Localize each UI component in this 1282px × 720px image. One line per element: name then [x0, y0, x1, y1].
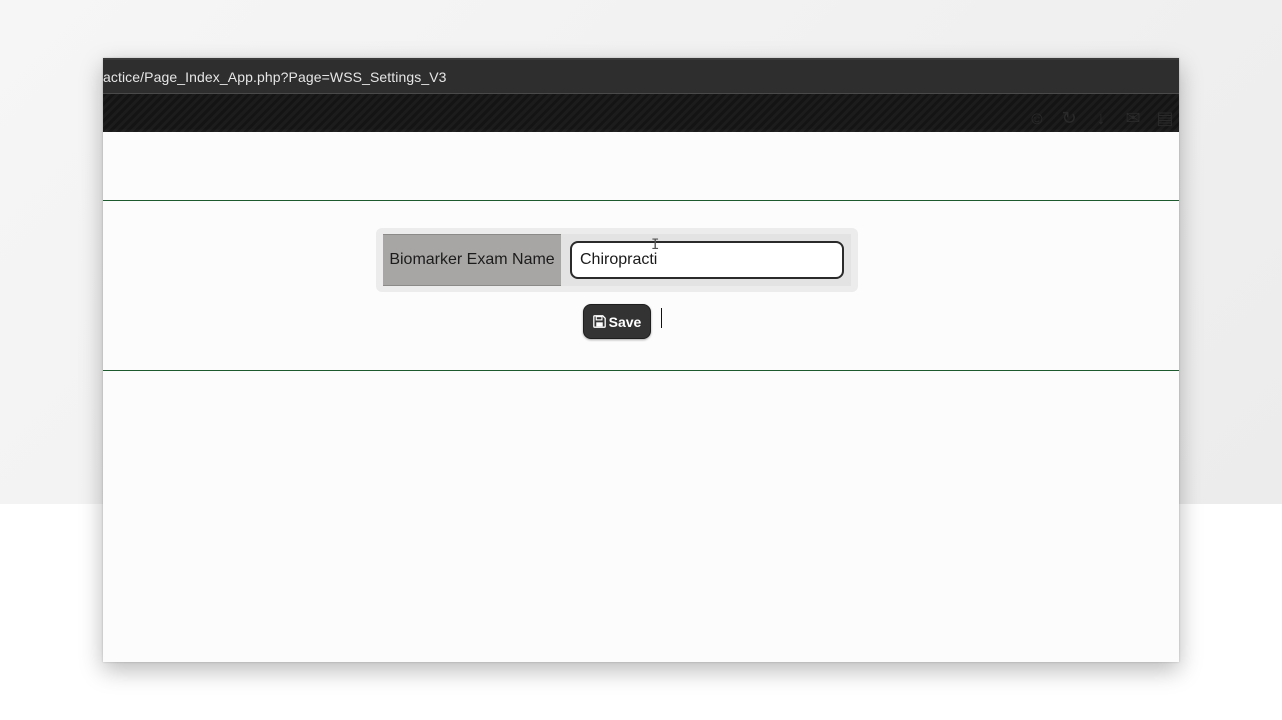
app-window: actice/Page_Index_App.php?Page=WSS_Setti… — [103, 58, 1179, 662]
refresh-icon[interactable]: ↻ — [1059, 108, 1079, 128]
section-divider-top — [103, 200, 1179, 201]
print-icon[interactable]: ▤ — [1155, 108, 1175, 128]
mail-icon[interactable]: ✉ — [1123, 108, 1143, 128]
exam-name-cell — [561, 234, 851, 286]
app-toolbar: ☺ ↻ ↓ ✉ ▤ — [103, 94, 1179, 132]
exam-name-input[interactable] — [570, 241, 844, 279]
floppy-disk-icon — [592, 315, 606, 328]
download-icon[interactable]: ↓ — [1091, 108, 1111, 128]
exam-name-form: Biomarker Exam Name — [376, 228, 858, 292]
address-bar[interactable]: actice/Page_Index_App.php?Page=WSS_Setti… — [103, 58, 1179, 96]
toolbar-icons: ☺ ↻ ↓ ✉ ▤ — [1027, 108, 1175, 128]
i-beam-cursor-icon: I — [651, 237, 660, 253]
save-button-label: Save — [608, 313, 642, 330]
header-area — [103, 132, 1179, 200]
url-text[interactable]: actice/Page_Index_App.php?Page=WSS_Setti… — [103, 69, 447, 85]
exam-name-label: Biomarker Exam Name — [383, 234, 561, 286]
save-button[interactable]: Save — [583, 304, 651, 339]
text-caret — [661, 308, 662, 328]
user-icon[interactable]: ☺ — [1027, 108, 1047, 128]
section-divider-bottom — [103, 370, 1179, 371]
